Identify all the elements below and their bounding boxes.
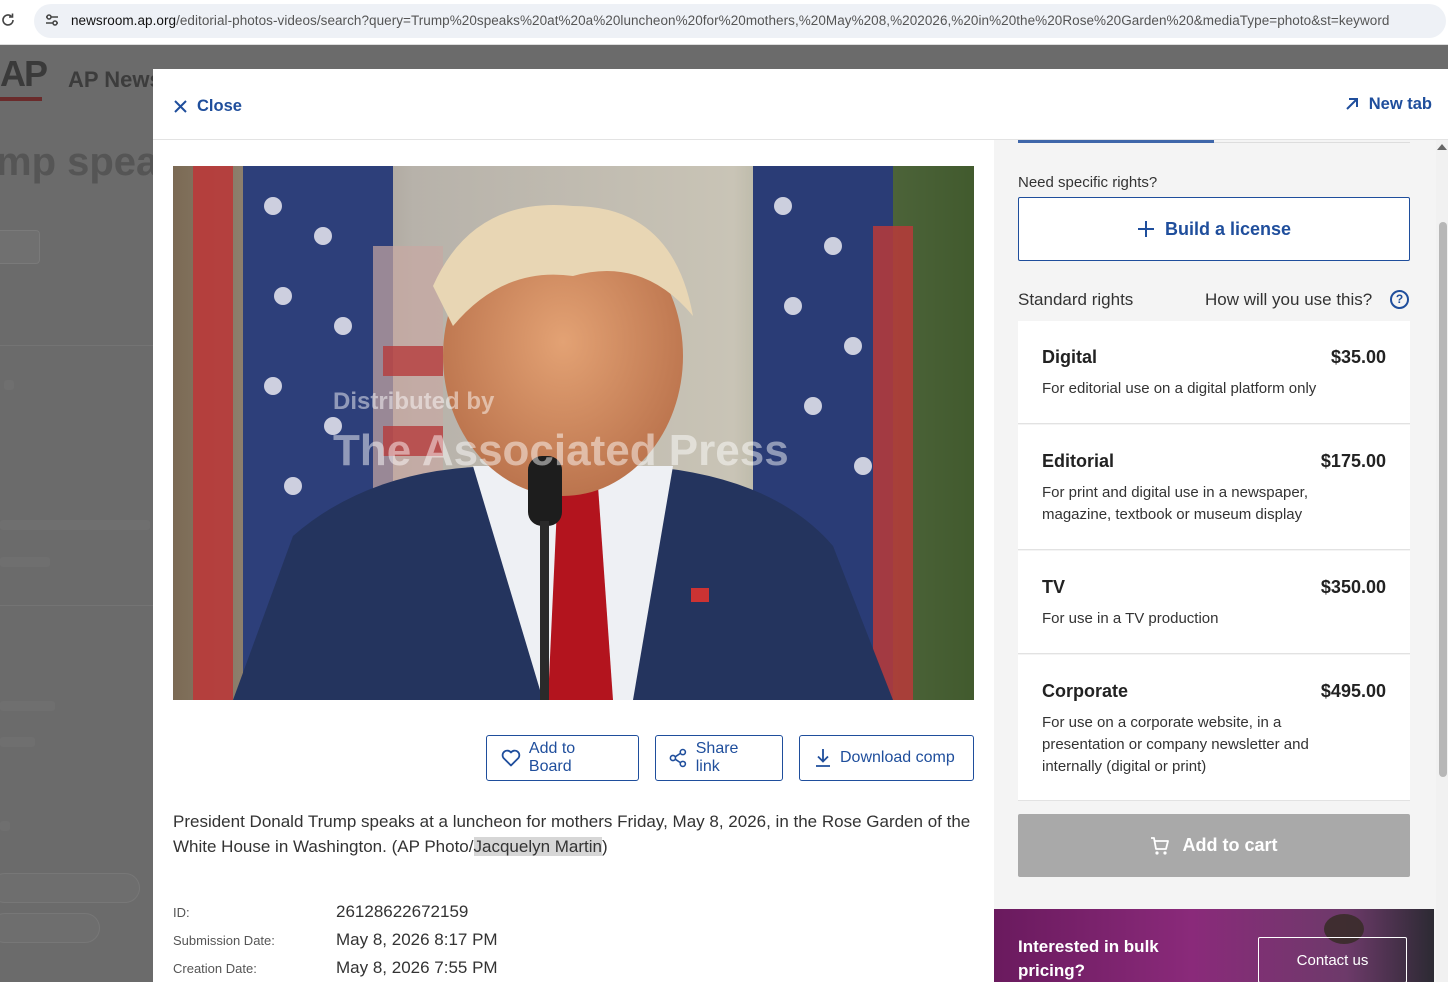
need-specific-rights-label: Need specific rights? <box>1018 174 1158 191</box>
bg-text-line <box>0 520 150 530</box>
site-settings-icon[interactable] <box>44 12 60 28</box>
bg-divider <box>0 345 153 346</box>
bg-text-line <box>0 557 50 567</box>
cart-icon <box>1151 836 1170 855</box>
license-description: For use on a corporate website, in a pre… <box>1042 714 1309 775</box>
caption-close: ) <box>602 837 608 856</box>
bg-logo-underline <box>0 97 42 101</box>
promo-text: Interested in bulk pricing? <box>1018 937 1159 980</box>
download-icon <box>816 749 830 767</box>
license-option-editorial[interactable]: Editorial $175.00 For print and digital … <box>1018 425 1410 550</box>
license-option-tv[interactable]: TV $350.00 For use in a TV production <box>1018 551 1410 654</box>
bg-text-line <box>4 380 14 390</box>
add-to-cart-button[interactable]: Add to cart <box>1018 814 1410 877</box>
build-license-button[interactable]: Build a license <box>1018 197 1410 261</box>
license-description: For print and digital use in a newspaper… <box>1042 484 1308 523</box>
download-comp-button[interactable]: Download comp <box>799 735 974 781</box>
arrow-up-right-icon <box>1346 98 1358 110</box>
license-tab-divider <box>1214 142 1410 143</box>
licensing-panel: Need specific rights? Build a license St… <box>994 140 1448 982</box>
bg-tag-pill <box>0 913 100 943</box>
how-use-label: How will you use this? <box>1205 290 1373 309</box>
license-name: Digital <box>1042 347 1098 367</box>
contact-us-button[interactable]: Contact us <box>1258 937 1407 982</box>
photo-actions: Add to Board Share link Download comp <box>486 735 974 781</box>
new-tab-button[interactable]: New tab <box>1345 93 1432 115</box>
bg-text-line <box>0 821 10 831</box>
bulk-pricing-banner: Interested in bulk pricing? Contact us <box>994 909 1434 982</box>
share-link-button[interactable]: Share link <box>655 735 783 781</box>
license-name: TV <box>1042 577 1066 597</box>
plus-icon <box>1137 221 1154 237</box>
add-to-board-label: Add to Board <box>528 740 576 775</box>
heart-icon <box>501 749 521 767</box>
license-price: $35.00 <box>1330 347 1386 367</box>
new-tab-label: New tab <box>1368 94 1432 113</box>
reload-icon[interactable] <box>0 12 18 32</box>
metadata-label: Submission Date: <box>173 933 275 948</box>
metadata-value: May 8, 2026 7:55 PM <box>336 958 498 977</box>
bg-brand-name: AP News <box>68 67 162 92</box>
bg-text-line <box>0 701 55 711</box>
close-label: Close <box>197 96 242 115</box>
download-comp-label: Download comp <box>840 749 955 766</box>
scroll-up-arrow-icon[interactable] <box>1437 144 1447 150</box>
add-to-cart-label: Add to cart <box>1182 835 1278 855</box>
license-name: Corporate <box>1042 681 1129 701</box>
url-text[interactable]: newsroom.ap.org/editorial-photos-videos/… <box>71 13 1389 28</box>
metadata-value: May 8, 2026 8:17 PM <box>336 930 498 949</box>
license-name: Editorial <box>1042 451 1115 471</box>
share-icon <box>669 748 687 768</box>
scrollbar-thumb[interactable] <box>1439 222 1447 777</box>
build-license-label: Build a license <box>1164 218 1292 239</box>
license-price: $175.00 <box>1320 451 1386 471</box>
news-photo[interactable]: Distributed by The Associated Press <box>173 166 974 700</box>
license-description: For use in a TV production <box>1042 610 1219 627</box>
bg-divider <box>0 605 153 606</box>
watermark-line2: The Associated Press <box>333 426 789 475</box>
metadata-value: 26128622672159 <box>336 902 469 921</box>
close-icon <box>174 99 187 113</box>
standard-rights-heading: Standard rights <box>1018 290 1134 309</box>
url-path: /editorial-photos-videos/search?query=Tr… <box>176 13 1390 28</box>
photo-detail-modal: Close New tab Distributed by The Associa… <box>153 69 1448 982</box>
bg-filter-chip <box>0 230 40 264</box>
license-tab-active-indicator <box>1018 140 1214 143</box>
license-price: $350.00 <box>1320 577 1386 597</box>
license-option-corporate[interactable]: Corporate $495.00 For use on a corporate… <box>1018 655 1410 801</box>
photo-caption: President Donald Trump speaks at a lunch… <box>173 809 978 859</box>
photographer-credit[interactable]: Jacquelyn Martin <box>473 837 603 856</box>
bg-text-line <box>0 737 35 747</box>
license-option-digital[interactable]: Digital $35.00 For editorial use on a di… <box>1018 321 1410 424</box>
watermark-line1: Distributed by <box>333 388 495 415</box>
metadata-label: Creation Date: <box>173 961 257 976</box>
close-button[interactable]: Close <box>173 95 242 117</box>
browser-address-bar: newsroom.ap.org/editorial-photos-videos/… <box>0 0 1448 45</box>
license-price: $495.00 <box>1320 681 1386 701</box>
url-host: newsroom.ap.org <box>71 13 177 28</box>
modal-header: Close New tab <box>153 69 1448 140</box>
share-link-label: Share link <box>695 740 739 775</box>
bg-ap-logo: AP <box>0 53 48 94</box>
help-icon[interactable]: ? <box>1390 290 1409 309</box>
metadata-label: ID: <box>173 905 190 920</box>
bg-tag-pill <box>0 873 140 903</box>
license-description: For editorial use on a digital platform … <box>1042 380 1317 397</box>
add-to-board-button[interactable]: Add to Board <box>486 735 639 781</box>
